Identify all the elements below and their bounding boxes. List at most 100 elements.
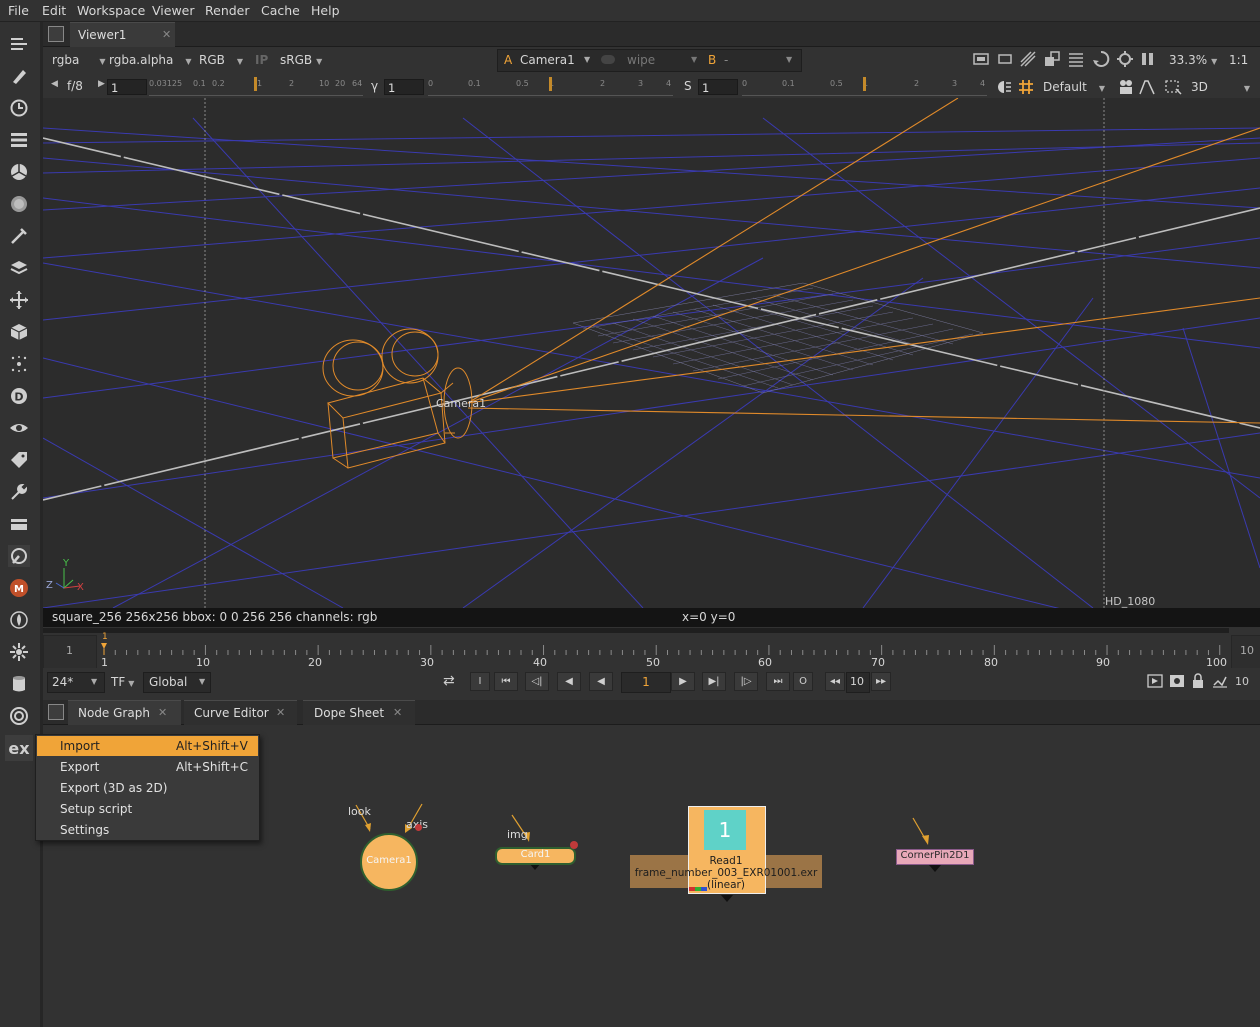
menu-item-export[interactable]: Export Alt+Shift+C: [36, 757, 259, 777]
cara-icon[interactable]: [8, 705, 30, 727]
keyer-icon[interactable]: [8, 225, 30, 247]
pause-icon[interactable]: [1141, 52, 1155, 66]
furnace-icon[interactable]: [8, 545, 30, 567]
gain-field[interactable]: 1: [107, 79, 147, 95]
toolsets-icon[interactable]: [8, 481, 30, 503]
input-b-dropdown[interactable]: -: [724, 53, 728, 67]
clipping-warning-icon[interactable]: [1020, 51, 1036, 67]
refresh-icon[interactable]: [1092, 50, 1110, 68]
selection-mode-icon[interactable]: [1164, 79, 1182, 95]
gamma-field[interactable]: 1: [384, 79, 424, 95]
ratio-dropdown[interactable]: 1:1: [1229, 51, 1248, 69]
draw-icon[interactable]: [8, 65, 30, 87]
next-keyframe-icon[interactable]: |▷: [734, 672, 758, 691]
mocha-icon[interactable]: M: [8, 577, 30, 599]
splat-icon[interactable]: [8, 641, 30, 663]
step-forward-icon[interactable]: ▸▸: [871, 672, 891, 691]
menu-cache[interactable]: Cache: [261, 3, 300, 18]
input-a-dropdown[interactable]: Camera1: [520, 53, 575, 67]
in-point-button[interactable]: I: [470, 672, 490, 691]
prev-keyframe-icon[interactable]: ◁|: [525, 672, 549, 691]
menu-item-export-3d-as-2d[interactable]: Export (3D as 2D): [36, 778, 259, 798]
curve-icon[interactable]: [1139, 79, 1155, 95]
menu-file[interactable]: File: [8, 3, 29, 18]
other-icon[interactable]: [8, 513, 30, 535]
first-frame-icon[interactable]: ⏮: [494, 672, 518, 691]
alpha-dropdown[interactable]: rgba.alpha ▼: [109, 51, 192, 69]
card-node[interactable]: Card1: [495, 847, 576, 865]
menu-render[interactable]: Render: [205, 3, 250, 18]
wipe-toggle-icon[interactable]: [601, 55, 615, 64]
lock-icon[interactable]: [1190, 673, 1206, 689]
menu-viewer[interactable]: Viewer: [152, 3, 195, 18]
colorspace-dropdown[interactable]: RGB ▼: [199, 51, 243, 69]
3d-icon[interactable]: [8, 321, 30, 343]
tab-viewer1[interactable]: Viewer1 ✕: [70, 22, 175, 47]
overscan-icon[interactable]: [997, 52, 1013, 66]
grid-overlay-icon[interactable]: [1018, 79, 1034, 95]
cornerpin-node[interactable]: CornerPin2D1: [896, 849, 974, 865]
menu-item-import[interactable]: Import Alt+Shift+V: [37, 736, 258, 756]
color-icon[interactable]: [8, 161, 30, 183]
wipe-dropdown[interactable]: wipe: [627, 53, 655, 67]
metadata-icon[interactable]: [8, 449, 30, 471]
cup-icon[interactable]: [8, 673, 30, 695]
roi-icon[interactable]: [973, 52, 989, 66]
view-mode-dropdown[interactable]: 3D ▼: [1191, 78, 1251, 96]
channels-dropdown[interactable]: rgba ▼: [52, 51, 105, 69]
timeline[interactable]: 1 10 1 1 10 20 30 40 50 60 70 80 90 100: [43, 628, 1260, 669]
deep-icon[interactable]: D: [8, 385, 30, 407]
menu-edit[interactable]: Edit: [42, 3, 66, 18]
s-slider-handle[interactable]: [863, 77, 866, 91]
ip-button[interactable]: IP: [255, 51, 268, 69]
exposure-icon[interactable]: [996, 79, 1012, 95]
timeline-ruler[interactable]: [98, 633, 1228, 668]
scope-dropdown[interactable]: Global ▼: [143, 672, 211, 693]
tab-dope-sheet[interactable]: Dope Sheet ✕: [303, 700, 415, 725]
step-back-icon[interactable]: ◂◂: [825, 672, 845, 691]
tf-dropdown[interactable]: TF ▼: [111, 673, 134, 691]
gamma-slider-handle[interactable]: [549, 77, 552, 91]
fire-icon[interactable]: [8, 609, 30, 631]
gamma-slider[interactable]: 0 0.1 0.5 1 2 3 4: [428, 77, 673, 96]
close-icon[interactable]: ✕: [276, 701, 285, 725]
flipbook-icon[interactable]: [1147, 674, 1163, 688]
play-backward-icon[interactable]: ◀: [589, 672, 613, 691]
display-mode-dropdown[interactable]: Default ▼: [1043, 78, 1105, 96]
tab-curve-editor[interactable]: Curve Editor ✕: [184, 700, 297, 725]
decrease-fstop-icon[interactable]: ◀: [51, 79, 58, 89]
pane-menu-icon[interactable]: [48, 704, 64, 720]
merge-icon[interactable]: [8, 257, 30, 279]
camera-view-icon[interactable]: [1118, 79, 1134, 95]
step-increment-field[interactable]: 10: [846, 672, 870, 693]
image-icon[interactable]: [8, 33, 30, 55]
timeline-start-box[interactable]: 1: [43, 635, 97, 669]
last-frame-icon[interactable]: ⏭: [766, 672, 790, 691]
menu-item-settings[interactable]: Settings: [36, 820, 259, 840]
menu-item-setup-script[interactable]: Setup script: [36, 799, 259, 819]
transform-icon[interactable]: [8, 289, 30, 311]
record-icon[interactable]: [1169, 674, 1185, 688]
menu-workspace[interactable]: Workspace: [77, 3, 145, 18]
proxy-icon[interactable]: [1044, 51, 1060, 67]
saturation-field[interactable]: 1: [698, 79, 738, 95]
time-icon[interactable]: [8, 97, 30, 119]
timeline-end-box[interactable]: 10: [1231, 635, 1260, 669]
saturation-slider[interactable]: 0 0.1 0.5 1 2 3 4: [742, 77, 987, 96]
current-frame-field[interactable]: 1: [621, 672, 671, 693]
particles-icon[interactable]: [8, 353, 30, 375]
zoom-dropdown[interactable]: 33.3% ▼: [1169, 51, 1217, 69]
gain-slider-handle[interactable]: [254, 77, 257, 91]
views-icon[interactable]: [8, 417, 30, 439]
channel-icon[interactable]: [8, 129, 30, 151]
viewer-viewport[interactable]: Camera1 HD_1080 Y Z X: [43, 98, 1260, 608]
audio-scrub-icon[interactable]: [1212, 673, 1228, 689]
increase-fstop-icon[interactable]: ▶: [98, 79, 105, 89]
pane-menu-icon[interactable]: [48, 26, 64, 42]
downrez-icon[interactable]: [1068, 51, 1084, 67]
gain-slider[interactable]: 0.03125 0.1 0.2 1 2 10 20 64: [149, 77, 363, 96]
tab-node-graph[interactable]: Node Graph ✕: [68, 700, 181, 725]
play-forward-icon[interactable]: ▶: [671, 672, 695, 691]
update-icon[interactable]: [1116, 50, 1134, 68]
close-icon[interactable]: ✕: [162, 23, 171, 47]
